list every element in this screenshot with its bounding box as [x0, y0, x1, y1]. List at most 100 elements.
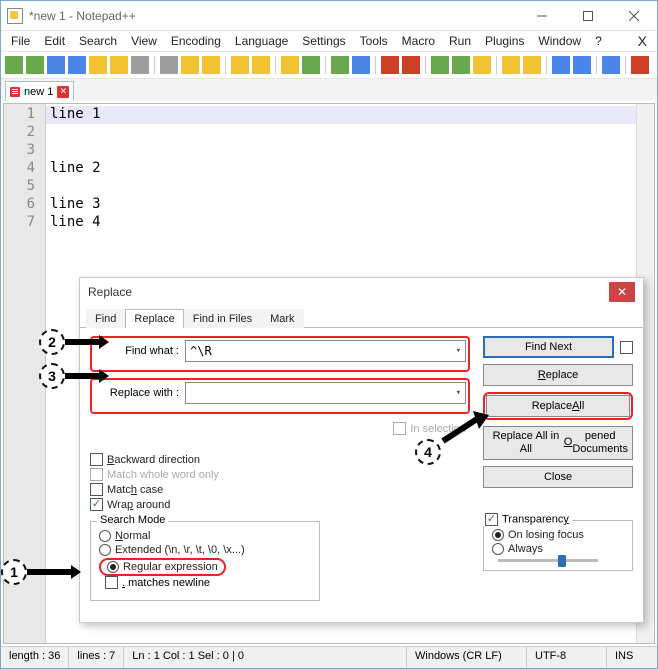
toolbar-eye-icon[interactable] [523, 56, 541, 74]
menu-macro[interactable]: Macro [396, 32, 441, 50]
toolbar-print-icon[interactable] [131, 56, 149, 74]
menu-plugins[interactable]: Plugins [479, 32, 530, 50]
mode-extended-radio[interactable]: Extended (\n, \r, \t, \0, \x...) [99, 544, 311, 556]
matchcase-checkbox[interactable] [90, 483, 103, 496]
menu-edit[interactable]: Edit [38, 32, 71, 50]
menu-run[interactable]: Run [443, 32, 477, 50]
menu-tools[interactable]: Tools [354, 32, 394, 50]
toolbar-closeall-icon[interactable] [110, 56, 128, 74]
file-tab[interactable]: new 1 ✕ [5, 81, 74, 101]
find-what-value: ^\R [190, 344, 212, 358]
find-what-input[interactable]: ^\R ▾ [185, 340, 466, 362]
tab-find[interactable]: Find [86, 309, 125, 328]
replace-with-input[interactable]: ▾ [185, 382, 466, 404]
status-encoding: UTF-8 [527, 647, 607, 668]
toolbar-paste-icon[interactable] [202, 56, 220, 74]
menu-search[interactable]: Search [73, 32, 123, 50]
status-length: length : 36 [1, 647, 69, 668]
transparency-losing-radio[interactable]: On losing focus [492, 529, 624, 541]
wrap-checkbox[interactable] [90, 498, 103, 511]
close-dialog-button[interactable]: Close [483, 466, 633, 488]
app-window: *new 1 - Notepad++ File Edit Search View… [0, 0, 658, 669]
toolbar-saveall-icon[interactable] [68, 56, 86, 74]
toolbar [1, 51, 657, 79]
annotation-3-arrow [65, 369, 109, 383]
toolbar-copy-icon[interactable] [181, 56, 199, 74]
toolbar-open-icon[interactable] [26, 56, 44, 74]
line-number: 1 [4, 106, 45, 124]
menu-encoding[interactable]: Encoding [165, 32, 227, 50]
close-button[interactable] [611, 1, 657, 31]
code-line: line 4 [46, 214, 636, 232]
toolbar-docmap-icon[interactable] [602, 56, 620, 74]
toolbar-undo-icon[interactable] [231, 56, 249, 74]
transparency-always-radio[interactable]: Always [492, 543, 624, 555]
replace-button[interactable]: Replace [483, 364, 633, 386]
mode-regex-radio[interactable]: Regular expression [107, 561, 218, 573]
tab-close-icon[interactable]: ✕ [57, 86, 69, 98]
window-title: *new 1 - Notepad++ [29, 9, 519, 23]
menu-view[interactable]: View [125, 32, 163, 50]
menu-language[interactable]: Language [229, 32, 294, 50]
menu-window[interactable]: Window [532, 32, 587, 50]
toolbar-folder-icon[interactable] [573, 56, 591, 74]
mode-normal-radio[interactable]: Normal [99, 530, 311, 542]
toolbar-separator [375, 56, 376, 74]
find-next-button[interactable]: Find Next [483, 336, 614, 358]
tab-mark[interactable]: Mark [261, 309, 303, 328]
menu-file[interactable]: File [5, 32, 36, 50]
statusbar: length : 36 lines : 7 Ln : 1 Col : 1 Sel… [1, 646, 657, 668]
toolbar-replace-icon[interactable] [302, 56, 320, 74]
toolbar-close-icon[interactable] [89, 56, 107, 74]
toolbar-funclist-icon[interactable] [552, 56, 570, 74]
app-icon [7, 8, 23, 24]
menu-help[interactable]: ? [589, 32, 608, 50]
toolbar-wrap-icon[interactable] [431, 56, 449, 74]
annotation-2-arrow [65, 335, 109, 349]
backward-checkbox[interactable] [90, 453, 103, 466]
toolbar-indent-icon[interactable] [473, 56, 491, 74]
tab-replace[interactable]: Replace [125, 309, 183, 328]
toolbar-syncv-icon[interactable] [402, 56, 420, 74]
minimize-button[interactable] [519, 1, 565, 31]
menubar-extra-icon[interactable]: X [632, 31, 653, 51]
toolbar-new-icon[interactable] [5, 56, 23, 74]
maximize-button[interactable] [565, 1, 611, 31]
tab-find-in-files[interactable]: Find in Files [184, 309, 261, 328]
toolbar-zoomin-icon[interactable] [331, 56, 349, 74]
wrap-label: Wrap around [107, 499, 170, 511]
line-number: 4 [4, 160, 45, 178]
in-selection-checkbox [393, 422, 406, 435]
toolbar-save-icon[interactable] [47, 56, 65, 74]
annotation-2-badge: 2 [39, 329, 65, 355]
search-mode-legend: Search Mode [97, 514, 168, 526]
replace-all-button[interactable]: Replace All [486, 395, 630, 417]
transparency-slider[interactable] [492, 559, 624, 562]
toolbar-cut-icon[interactable] [160, 56, 178, 74]
toolbar-allchars-icon[interactable] [452, 56, 470, 74]
dialog-close-button[interactable]: ✕ [609, 282, 635, 302]
toolbar-redo-icon[interactable] [252, 56, 270, 74]
menubar: File Edit Search View Encoding Language … [1, 31, 657, 51]
annotation-3-badge: 3 [39, 363, 65, 389]
toolbar-separator [154, 56, 155, 74]
dialog-buttons: Find Next Replace Replace All Replace Al… [483, 336, 633, 571]
toolbar-sync-icon[interactable] [381, 56, 399, 74]
dropdown-icon[interactable]: ▾ [456, 388, 461, 398]
dropdown-icon[interactable]: ▾ [456, 346, 461, 356]
file-tab-label: new 1 [24, 86, 53, 98]
toolbar-find-icon[interactable] [281, 56, 299, 74]
toolbar-lang-icon[interactable] [502, 56, 520, 74]
matches-newline-checkbox[interactable]: . matches newline [105, 576, 210, 589]
transparency-legend: Transparency [482, 513, 572, 526]
menu-settings[interactable]: Settings [296, 32, 351, 50]
status-position: Ln : 1 Col : 1 Sel : 0 | 0 [124, 647, 407, 668]
status-lines: lines : 7 [69, 647, 124, 668]
replace-all-opened-button[interactable]: Replace All in All OpenedDocuments [483, 426, 633, 460]
search-mode-group: Search Mode Normal Extended (\n, \r, \t,… [90, 521, 320, 601]
toolbar-zoomout-icon[interactable] [352, 56, 370, 74]
toolbar-record-icon[interactable] [631, 56, 649, 74]
line-number: 7 [4, 214, 45, 232]
find-next-pin-checkbox[interactable] [620, 341, 633, 354]
annotation-4-arrow [439, 411, 489, 445]
